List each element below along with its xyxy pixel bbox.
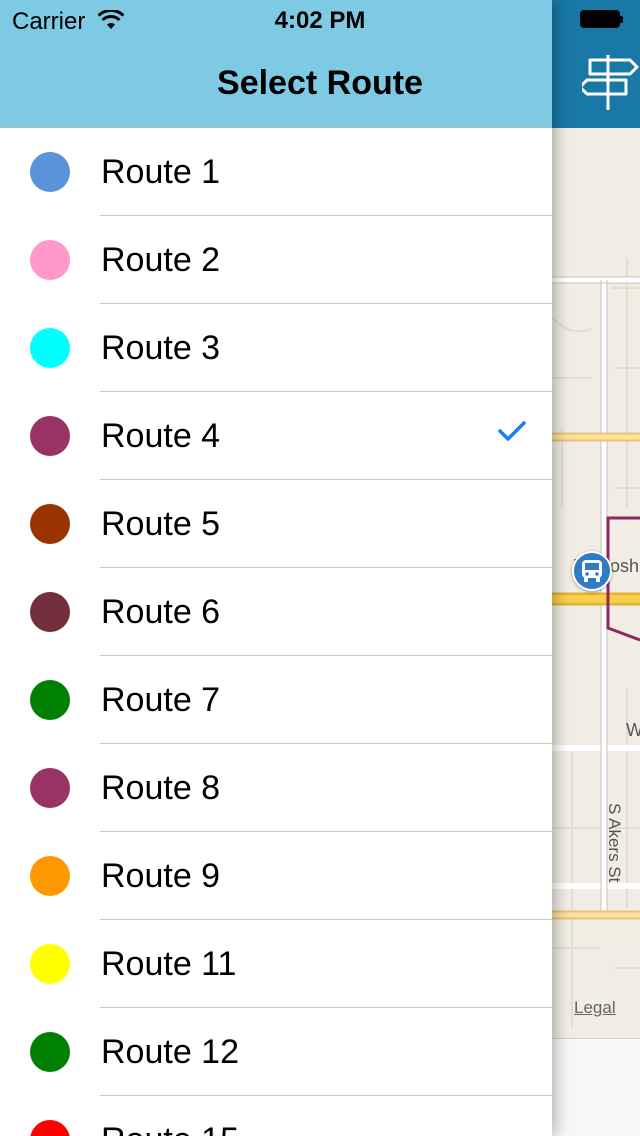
route-color-dot: [30, 152, 70, 192]
route-label: Route 15: [101, 1120, 239, 1136]
battery-icon: [580, 10, 628, 30]
route-list-item[interactable]: Route 12: [0, 1008, 552, 1096]
route-list-item[interactable]: Route 6: [0, 568, 552, 656]
route-list-item[interactable]: Route 2: [0, 216, 552, 304]
route-label: Route 7: [101, 681, 221, 719]
street-label: S Akers St: [605, 803, 624, 883]
route-list-item[interactable]: Route 3: [0, 304, 552, 392]
route-color-dot: [30, 680, 70, 720]
route-color-dot: [30, 504, 70, 544]
route-list-item[interactable]: Route 9: [0, 832, 552, 920]
checkmark-icon: [498, 421, 526, 441]
route-label: Route 12: [101, 1033, 239, 1071]
route-list: Route 1 Route 2 Route 3 Route 4 Route 5 …: [0, 128, 552, 1136]
route-color-dot: [30, 416, 70, 456]
route-color-dot: [30, 592, 70, 632]
page-title: Select Route: [217, 64, 423, 102]
route-list-item[interactable]: Route 8: [0, 744, 552, 832]
route-color-dot: [30, 328, 70, 368]
navigation-bar: Carrier 4:02 PM Select Route: [0, 0, 552, 128]
route-color-dot: [30, 240, 70, 280]
route-list-item[interactable]: Route 11: [0, 920, 552, 1008]
route-label: Route 3: [101, 329, 221, 367]
route-label: Route 5: [101, 505, 221, 543]
route-label: Route 9: [101, 857, 221, 895]
route-color-dot: [30, 768, 70, 808]
route-color-dot: [30, 856, 70, 896]
route-color-dot: [30, 944, 70, 984]
map-toolbar: [552, 1038, 640, 1136]
route-label: Route 1: [101, 153, 221, 191]
route-label: Route 11: [101, 945, 237, 983]
route-list-item[interactable]: Route 4: [0, 392, 552, 480]
route-label: Route 6: [101, 593, 221, 631]
route-drawer: Carrier 4:02 PM Select Route Route 1 Rou…: [0, 0, 552, 1136]
route-label: Route 8: [101, 769, 221, 807]
route-list-item[interactable]: Route 15: [0, 1096, 552, 1136]
legal-link[interactable]: Legal: [574, 998, 616, 1018]
signpost-icon[interactable]: [578, 52, 640, 112]
map-header: [552, 0, 640, 128]
route-label: Route 4: [101, 417, 221, 455]
route-list-item[interactable]: Route 7: [0, 656, 552, 744]
route-color-dot: [30, 1120, 70, 1136]
street-label: W: [626, 720, 640, 740]
app-screen: W Gosh W S Akers St Legal Carrier: [0, 0, 640, 1136]
route-label: Route 2: [101, 241, 221, 279]
status-time: 4:02 PM: [274, 7, 366, 34]
route-list-item[interactable]: Route 5: [0, 480, 552, 568]
route-color-dot: [30, 1032, 70, 1072]
route-list-item[interactable]: Route 1: [0, 128, 552, 216]
bus-stop-icon[interactable]: [572, 551, 612, 591]
map-panel: W Gosh W S Akers St Legal: [552, 0, 640, 1136]
